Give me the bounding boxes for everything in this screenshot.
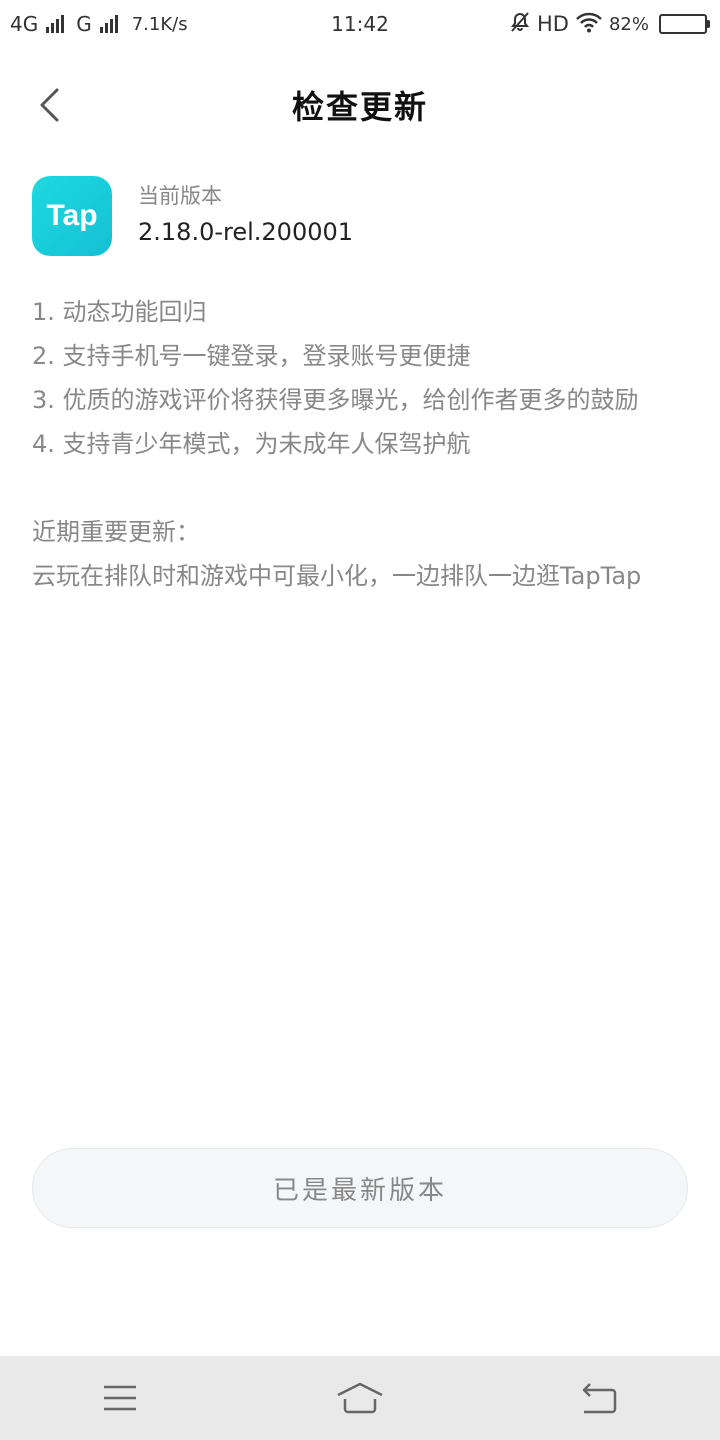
- chevron-left-icon: [40, 88, 59, 122]
- status-left: 4G G 7.1K/s: [10, 12, 509, 36]
- version-value: 2.18.0-rel.200001: [138, 218, 354, 246]
- hd-label: HD: [537, 12, 569, 36]
- back-button[interactable]: [28, 84, 70, 126]
- latest-version-button[interactable]: 已是最新版本: [32, 1148, 688, 1228]
- network-g-label: G: [76, 12, 92, 36]
- network-4g-label: 4G: [10, 12, 39, 36]
- battery-icon: [659, 14, 710, 34]
- status-bar: 4G G 7.1K/s 11:42 HD 82%: [0, 0, 720, 48]
- system-nav-bar: [0, 1356, 720, 1440]
- recent-updates-body: 云玩在排队时和游戏中可最小化，一边排队一边逛TapTap: [32, 562, 642, 590]
- signal-strength-icon-2: [99, 15, 118, 33]
- recent-updates-title: 近期重要更新：: [32, 518, 200, 546]
- taptap-logo: Tap: [32, 176, 112, 256]
- mute-bell-icon: [509, 11, 531, 38]
- note-item: 1. 动态功能回归: [32, 298, 207, 326]
- header: 检查更新: [0, 70, 720, 140]
- menu-icon: [104, 1385, 136, 1411]
- status-right: HD 82%: [509, 11, 710, 38]
- note-item: 3. 优质的游戏评价将获得更多曝光，给创作者更多的鼓励: [32, 386, 639, 414]
- wifi-icon: [575, 11, 603, 38]
- home-icon: [337, 1382, 383, 1414]
- nav-home-button[interactable]: [320, 1368, 400, 1428]
- note-item: 2. 支持手机号一键登录，登录账号更便捷: [32, 342, 471, 370]
- version-block: 当前版本 2.18.0-rel.200001: [138, 180, 353, 246]
- note-item: 4. 支持青少年模式，为未成年人保驾护航: [32, 430, 471, 458]
- back-icon: [582, 1383, 617, 1414]
- nav-menu-button[interactable]: [80, 1368, 160, 1428]
- release-notes: 1. 动态功能回归 2. 支持手机号一键登录，登录账号更便捷 3. 优质的游戏评…: [32, 290, 688, 598]
- nav-back-button[interactable]: [560, 1368, 640, 1428]
- app-info: Tap 当前版本 2.18.0-rel.200001: [32, 176, 353, 256]
- signal-strength-icon: [46, 15, 65, 33]
- page-title: 检查更新: [291, 88, 428, 126]
- battery-percent: 82%: [608, 13, 649, 35]
- net-speed: 7.1K/s: [131, 13, 188, 35]
- version-label: 当前版本: [138, 184, 222, 208]
